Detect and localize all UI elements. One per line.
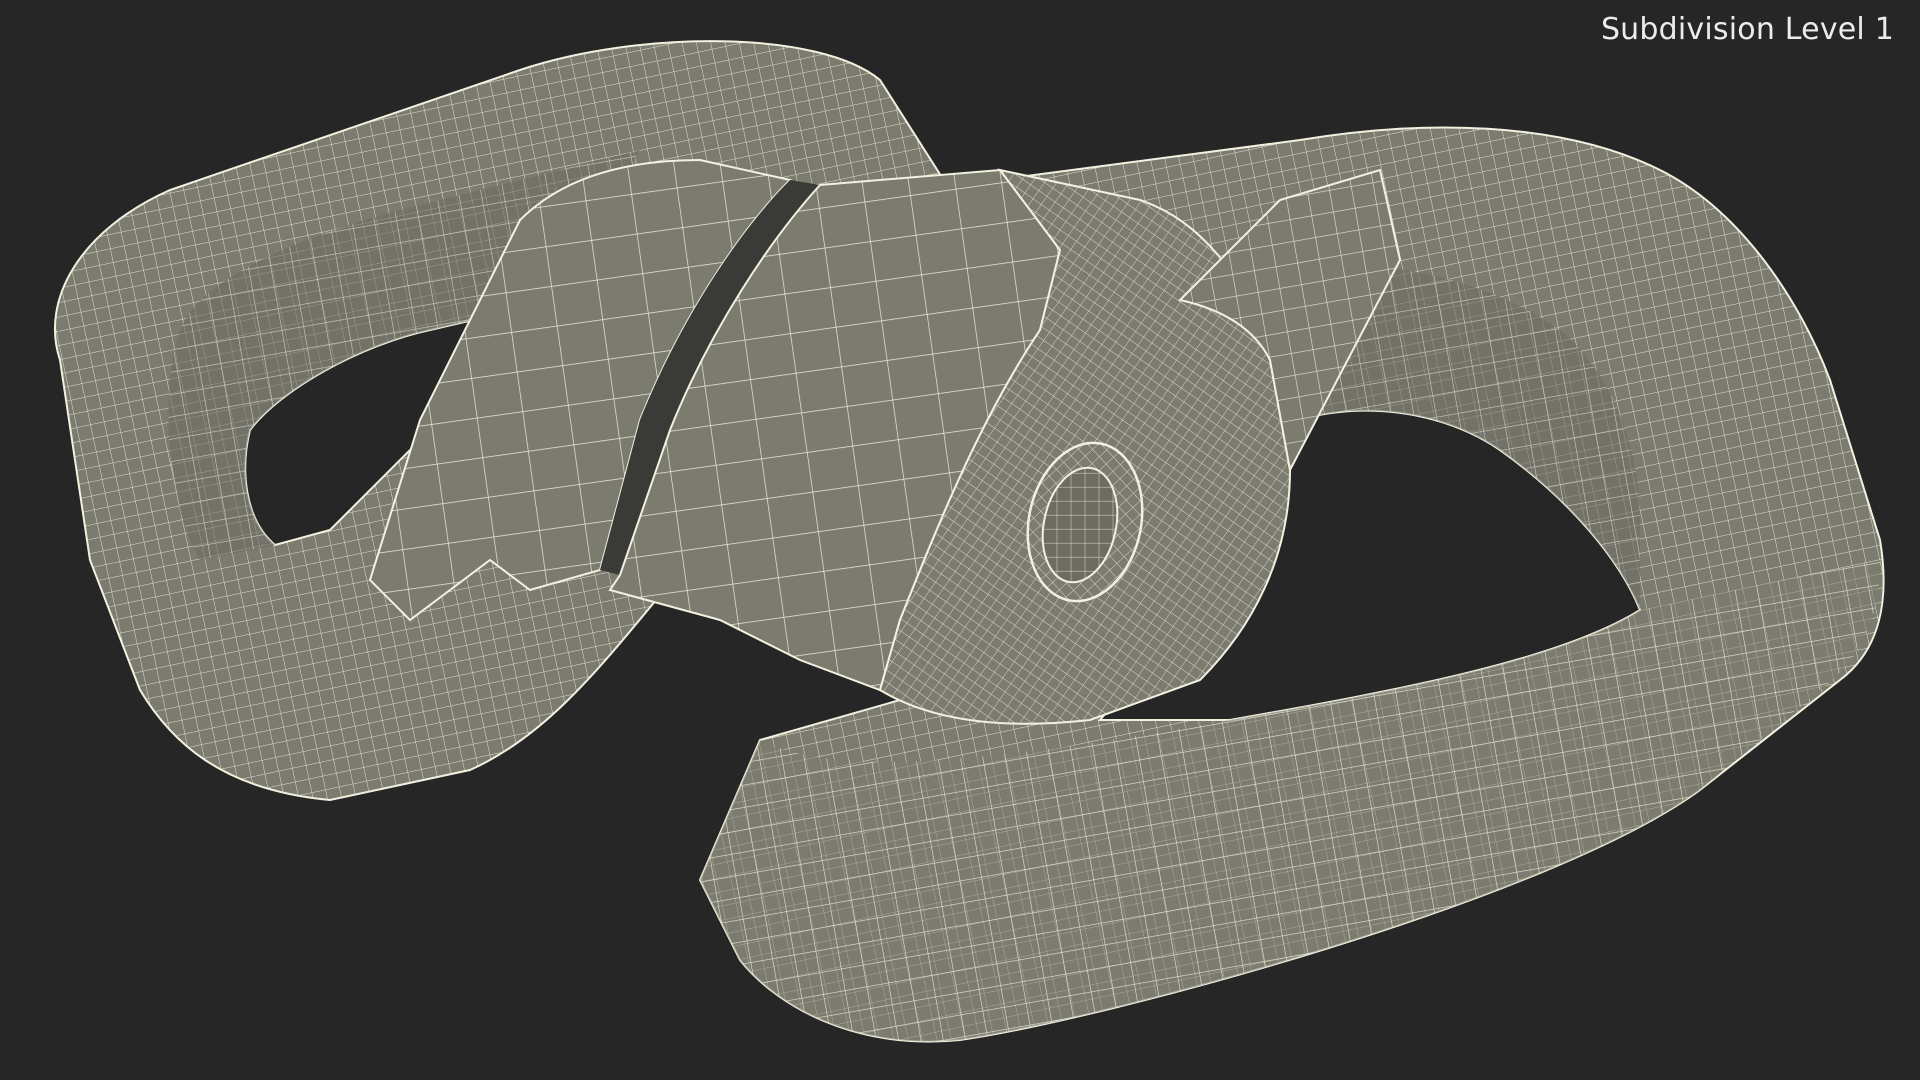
3d-viewport[interactable]: Subdivision Level 1 (0, 0, 1920, 1080)
subdivision-level-label: Subdivision Level 1 (1600, 12, 1894, 47)
swivel-link-wireframe-model (54, 40, 1885, 1043)
